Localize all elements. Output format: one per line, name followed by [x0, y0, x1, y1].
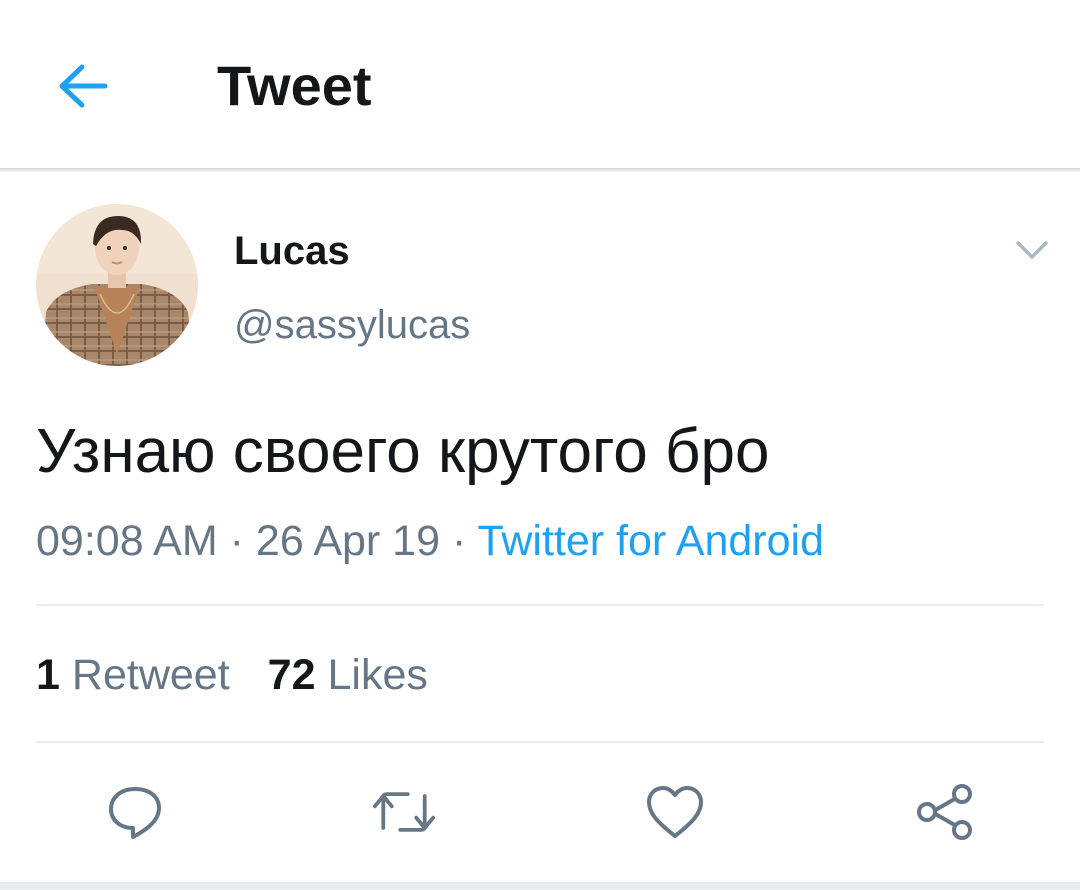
likes-count: 72: [267, 651, 316, 699]
avatar-photo: [36, 204, 198, 366]
share-button[interactable]: [913, 780, 977, 844]
back-button[interactable]: [50, 56, 116, 116]
header-divider: [0, 168, 1080, 173]
chevron-down-icon: [1016, 241, 1048, 259]
speech-bubble-icon: [109, 787, 161, 839]
reply-button[interactable]: [103, 780, 167, 844]
top-app-bar: Tweet: [0, 0, 1080, 168]
meta-separator: ·: [229, 517, 244, 565]
bottom-divider: [0, 882, 1080, 890]
avatar[interactable]: [36, 204, 198, 366]
meta-separator: ·: [451, 517, 467, 565]
tweet-time: 09:08 AM: [36, 517, 218, 565]
likes-label: Likes: [327, 651, 428, 699]
tweet-menu-button[interactable]: [1008, 232, 1056, 268]
tweet-metadata: 09:08 AM · 26 Apr 19 · Twitter for Andro…: [36, 514, 824, 568]
tweet-date: 26 Apr 19: [255, 517, 441, 565]
retweets-stat[interactable]: 1 Retweet: [36, 648, 230, 702]
like-button[interactable]: [643, 780, 707, 844]
author-display-name[interactable]: Lucas: [234, 226, 350, 276]
likes-stat[interactable]: 72 Likes: [268, 648, 428, 702]
retweets-count: 1: [36, 651, 60, 699]
tweet-source-link[interactable]: Twitter for Android: [477, 517, 824, 565]
retweets-label: Retweet: [71, 651, 230, 699]
author-handle[interactable]: @sassylucas: [234, 300, 470, 350]
divider: [36, 604, 1044, 606]
heart-icon: [647, 786, 703, 838]
retweet-icon: [372, 792, 436, 832]
page-title: Tweet: [217, 54, 372, 117]
tweet-stats: 1 Retweet 72 Likes: [36, 648, 428, 702]
divider: [36, 741, 1044, 743]
share-icon: [917, 784, 972, 840]
arrow-left-icon: [59, 64, 108, 108]
tweet-text: Узнаю своего крутого бро: [36, 417, 770, 486]
retweet-button[interactable]: [372, 780, 436, 844]
